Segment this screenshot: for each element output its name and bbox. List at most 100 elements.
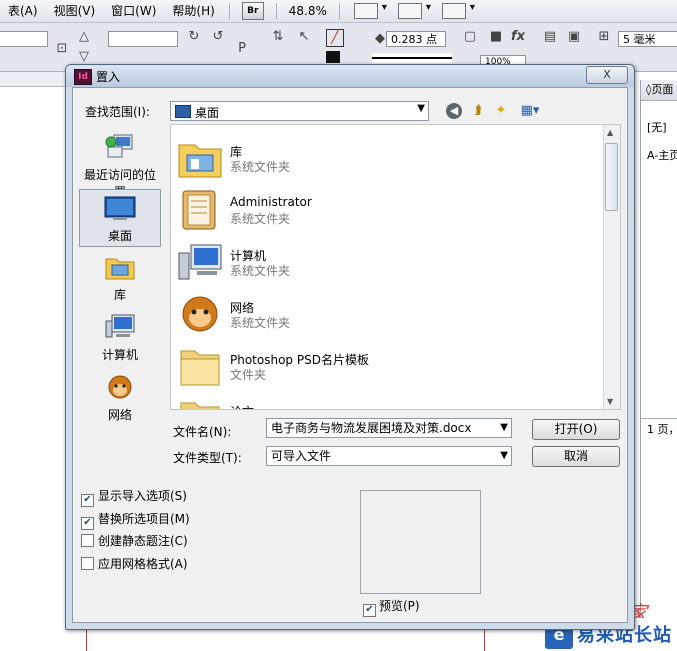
look-in-value: 桌面 bbox=[195, 106, 220, 120]
file-type-value: 可导入文件 bbox=[271, 449, 332, 463]
preview-checkbox[interactable]: ✔ 预览(P) bbox=[363, 597, 420, 617]
chevron-down-icon[interactable]: ▼ bbox=[500, 447, 508, 465]
file-name-input[interactable]: 电子商务与物流发展困境及对策.docx ▼ bbox=[266, 418, 512, 438]
margin-guide bbox=[86, 628, 87, 651]
up-folder-icon[interactable]: ⮭ bbox=[469, 103, 487, 119]
checkbox-box[interactable]: ✔ bbox=[81, 517, 94, 530]
control-field-1[interactable] bbox=[0, 31, 48, 47]
file-type-label: 文件类型(T): bbox=[173, 451, 242, 465]
view-options-dropdown[interactable] bbox=[353, 2, 387, 19]
show-import-options-checkbox[interactable]: ✔ 显示导入选项(S) bbox=[81, 488, 187, 507]
stroke-line-preview[interactable] bbox=[372, 53, 452, 63]
desktop-icon bbox=[175, 105, 191, 118]
file-name-label: 文件名(N): bbox=[173, 425, 232, 439]
file-name-value: 电子商务与物流发展困境及对策.docx bbox=[271, 421, 472, 435]
open-button[interactable]: 打开(O) bbox=[532, 419, 620, 440]
indesign-app-icon: Id bbox=[74, 69, 92, 85]
shadow-icon[interactable]: ■ bbox=[488, 29, 504, 45]
look-in-dropdown[interactable]: 桌面 ▼ bbox=[170, 101, 429, 121]
rotate-icon[interactable]: ↻ bbox=[186, 29, 202, 45]
corner-icon[interactable]: ▢ bbox=[462, 29, 478, 45]
screen-mode-dropdown[interactable] bbox=[397, 2, 431, 19]
frame-fitting-icon[interactable]: ⊞ bbox=[596, 29, 612, 45]
fx-icon[interactable]: fx bbox=[510, 29, 526, 45]
pages-panel: ◊页面 [无] A-主页 1 页， bbox=[640, 80, 677, 651]
file-item-psd-template[interactable]: Photoshop PSD名片模板 文件夹 bbox=[175, 341, 595, 391]
file-type-select[interactable]: 可导入文件 ▼ bbox=[266, 446, 512, 466]
folder-icon bbox=[180, 402, 220, 409]
place-recent[interactable]: 最近访问的位置 bbox=[79, 129, 161, 199]
cancel-button[interactable]: 取消 bbox=[532, 446, 620, 467]
menu-window[interactable]: 窗口(W) bbox=[103, 0, 164, 22]
close-button[interactable]: X bbox=[586, 66, 628, 84]
computer-icon bbox=[105, 314, 135, 338]
place-label: 桌面 bbox=[107, 229, 132, 243]
menu-table[interactable]: 表(A) bbox=[0, 0, 46, 22]
dialog-title: 置入 bbox=[96, 70, 121, 84]
select-icon[interactable]: ↖ bbox=[296, 29, 312, 45]
file-type: 系统文件夹 bbox=[230, 316, 291, 330]
fill-none-icon[interactable]: ╱ bbox=[326, 29, 344, 47]
back-icon[interactable]: ◀ bbox=[446, 103, 462, 119]
none-master-item[interactable]: [无] bbox=[641, 119, 677, 135]
align-icon[interactable]: ▣ bbox=[566, 29, 582, 45]
checkbox-box[interactable]: ✔ bbox=[81, 494, 94, 507]
computer-icon bbox=[178, 244, 222, 280]
control-field-2[interactable] bbox=[108, 31, 178, 47]
dialog-titlebar[interactable]: Id 置入 X bbox=[66, 65, 634, 87]
place-computer[interactable]: 计算机 bbox=[79, 309, 161, 367]
text-wrap-icon[interactable]: ▤ bbox=[542, 29, 558, 45]
place-label: 计算机 bbox=[101, 348, 138, 362]
zoom-level[interactable]: 48.8% bbox=[283, 4, 333, 18]
a-master-item[interactable]: A-主页 bbox=[641, 147, 677, 163]
stroke-swatch-icon[interactable] bbox=[326, 51, 340, 63]
checkbox-label: 显示导入选项(S) bbox=[98, 489, 187, 503]
margin-guide bbox=[484, 628, 485, 651]
bridge-button[interactable]: Br bbox=[241, 2, 264, 20]
create-static-captions-checkbox[interactable]: 创建静态题注(C) bbox=[81, 533, 188, 549]
spinner-down-icon[interactable]: ▽ bbox=[76, 49, 92, 65]
place-network[interactable]: 网络 bbox=[79, 369, 161, 427]
stroke-weight-field[interactable]: 0.283 点 bbox=[386, 31, 446, 47]
file-list[interactable]: 库 系统文件夹 Administrator 系统文件夹 计算机 系统文件夹 网络… bbox=[170, 124, 621, 410]
apply-grid-format-checkbox[interactable]: 应用网格格式(A) bbox=[81, 556, 188, 572]
view-menu-icon[interactable]: ▦▾ bbox=[516, 103, 544, 119]
menu-view[interactable]: 视图(V) bbox=[46, 0, 104, 22]
look-in-label: 查找范围(I): bbox=[85, 105, 150, 119]
file-item-library[interactable]: 库 系统文件夹 bbox=[175, 133, 595, 183]
flip-icon[interactable]: ⇅ bbox=[270, 29, 286, 45]
document-canvas[interactable] bbox=[0, 72, 66, 651]
scroll-up-icon[interactable]: ▲ bbox=[607, 128, 613, 137]
desktop-icon bbox=[104, 196, 136, 220]
replace-selected-checkbox[interactable]: ✔ 替换所选项目(M) bbox=[81, 511, 190, 530]
place-desktop[interactable]: 桌面 bbox=[79, 189, 161, 247]
spinner-up-icon[interactable]: △ bbox=[76, 29, 92, 45]
checkbox-label: 预览(P) bbox=[379, 599, 420, 613]
gap-field[interactable]: 5 毫米 bbox=[618, 31, 677, 47]
checkbox-box[interactable] bbox=[81, 534, 94, 547]
pages-panel-tab[interactable]: ◊页面 bbox=[641, 80, 677, 101]
place-library[interactable]: 库 bbox=[79, 249, 161, 307]
rotate-ccw-icon[interactable]: ↺ bbox=[210, 29, 226, 45]
new-folder-icon[interactable]: ✦ bbox=[492, 103, 510, 119]
checkbox-label: 创建静态题注(C) bbox=[98, 534, 188, 548]
chevron-down-icon[interactable]: ▼ bbox=[500, 419, 508, 437]
scroll-thumb[interactable] bbox=[605, 143, 618, 211]
chevron-down-icon: ▼ bbox=[417, 103, 425, 114]
menu-separator bbox=[228, 3, 230, 19]
checkbox-label: 替换所选项目(M) bbox=[98, 512, 190, 526]
library-folder-icon bbox=[178, 144, 222, 178]
file-item-administrator[interactable]: Administrator 系统文件夹 bbox=[175, 185, 595, 235]
arrange-documents-dropdown[interactable] bbox=[441, 2, 475, 19]
checkbox-box[interactable] bbox=[81, 557, 94, 570]
scroll-down-icon[interactable]: ▼ bbox=[607, 397, 613, 406]
shear-icon[interactable]: P bbox=[234, 41, 250, 57]
file-item-network[interactable]: 网络 系统文件夹 bbox=[175, 289, 595, 339]
file-item-thesis[interactable]: 论文 bbox=[175, 393, 595, 409]
place-label: 库 bbox=[113, 288, 126, 302]
file-list-scrollbar[interactable]: ▲ ▼ bbox=[603, 125, 620, 409]
lock-icon[interactable]: ⊡ bbox=[54, 41, 70, 57]
checkbox-box[interactable]: ✔ bbox=[363, 604, 376, 617]
file-item-computer[interactable]: 计算机 系统文件夹 bbox=[175, 237, 595, 287]
menu-help[interactable]: 帮助(H) bbox=[164, 0, 222, 22]
